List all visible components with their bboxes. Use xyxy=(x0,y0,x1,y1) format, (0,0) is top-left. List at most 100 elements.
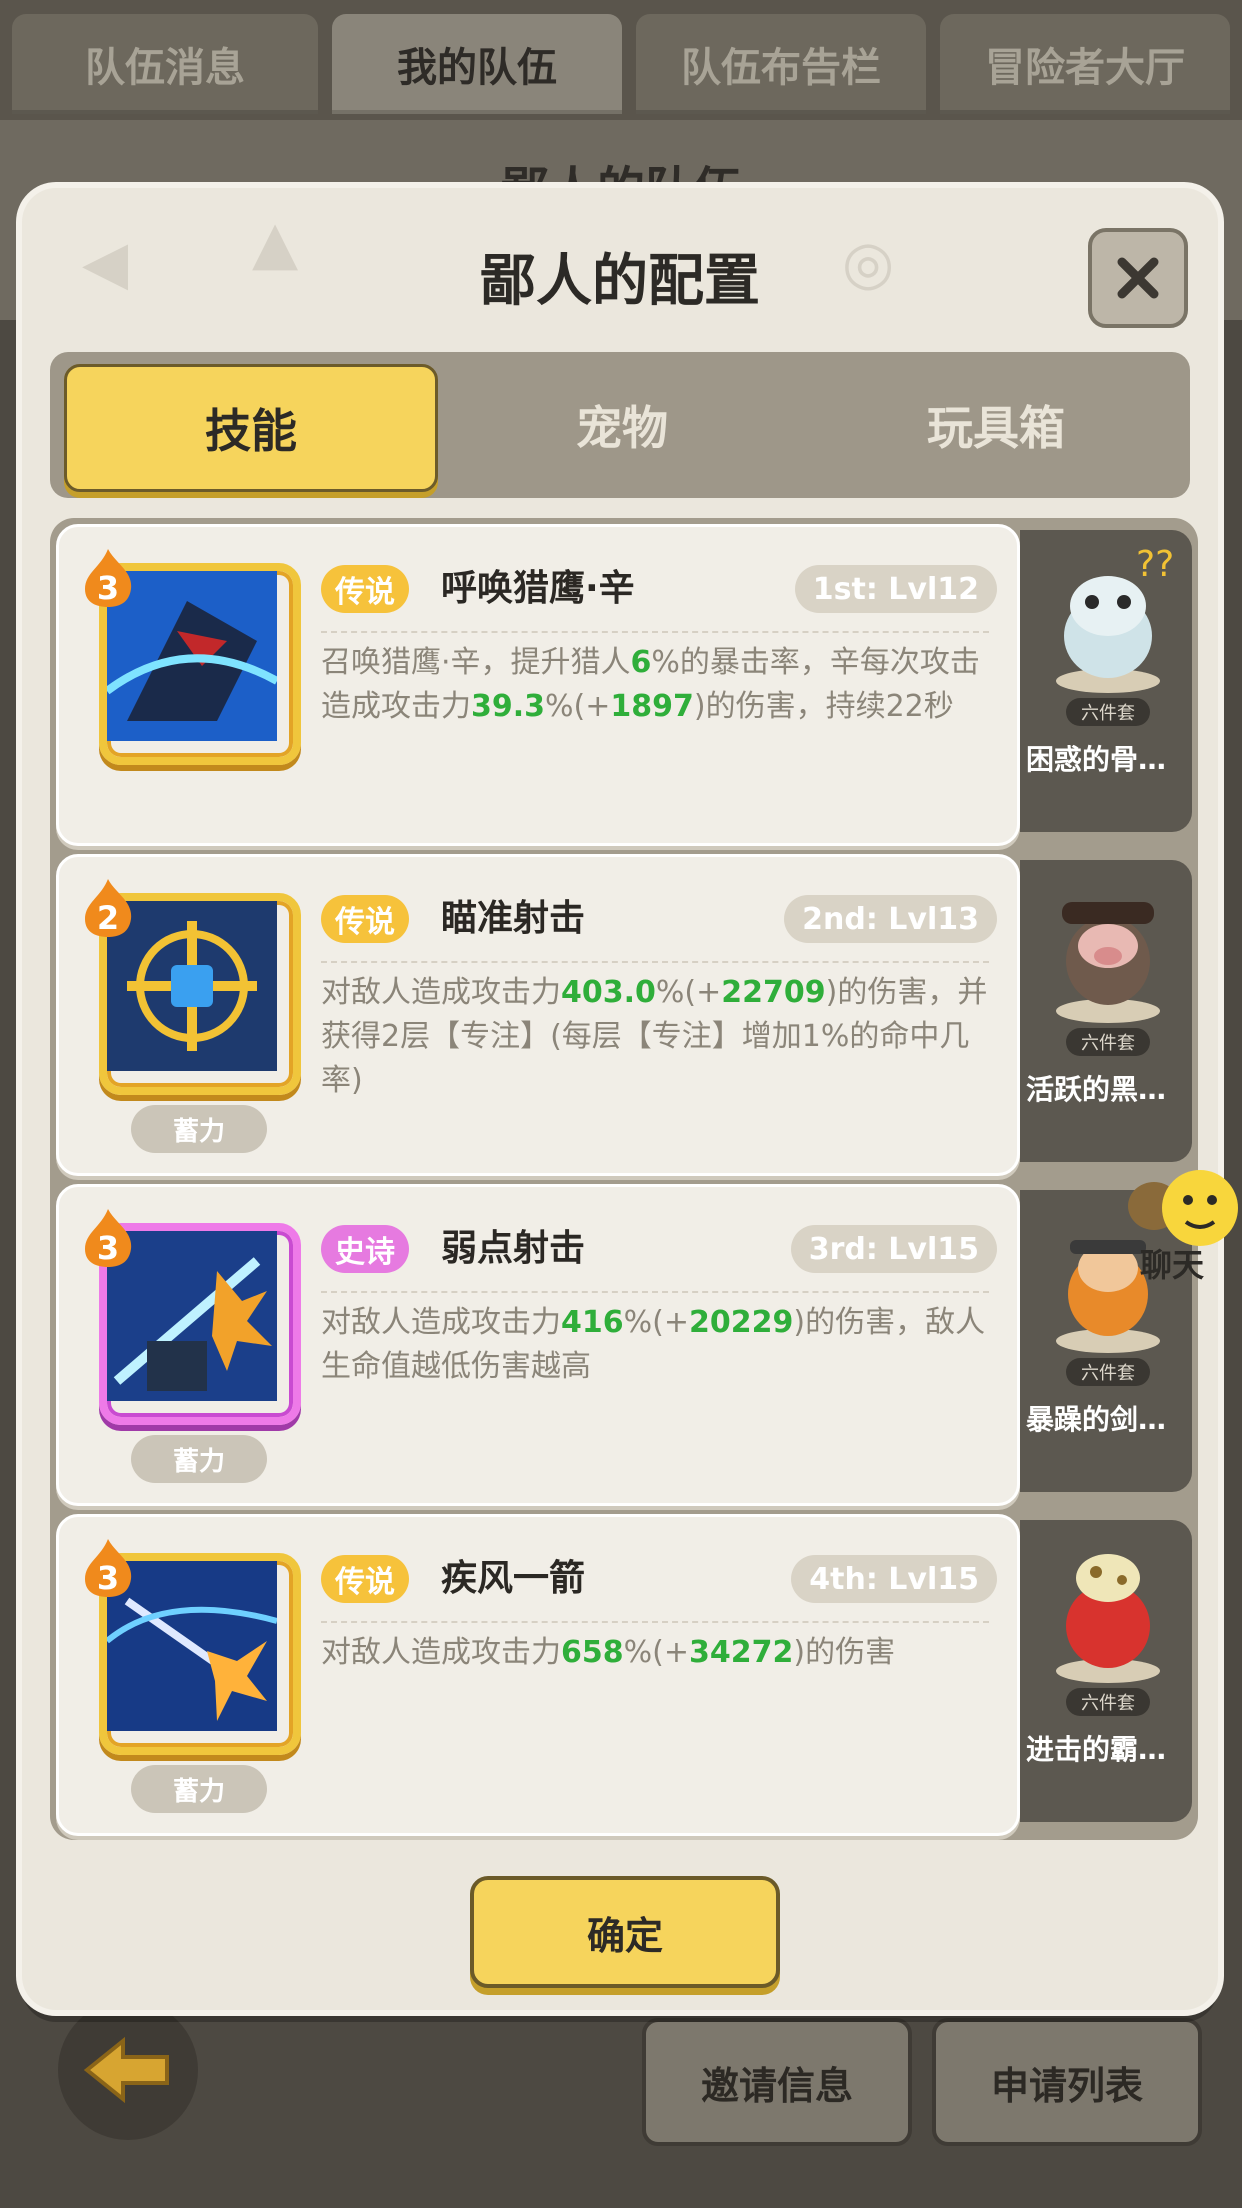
skill-slot-level: 3rd: Lvl15 xyxy=(790,1225,997,1273)
star-level-badge: 3 xyxy=(81,1537,135,1599)
desc-text: %(+ xyxy=(655,975,722,1010)
pet-slot[interactable]: ?? 六件套 困惑的骨… xyxy=(1020,530,1192,832)
skill-card[interactable]: 2 蓄力 传说 瞄准射击 2nd: Lvl13 对敌人造成攻击力403.0%(+… xyxy=(56,854,1020,1176)
skill-card[interactable]: 3 传说 呼唤猎鹰·辛 1st: Lvl12 召唤猎鹰·辛，提升猎人6%的暴击率… xyxy=(56,524,1020,846)
desc-value: 34272 xyxy=(688,1635,794,1670)
pet-name: 困惑的骨… xyxy=(1026,743,1167,776)
tab-label: 玩具箱 xyxy=(927,401,1065,455)
skill-slot-level: 1st: Lvl12 xyxy=(794,565,997,613)
config-modal: ◀ ▲ ◎ 鄙人的配置 技能 宠物 玩具箱 ?? 六件套 困惑的骨… 3 传说 … xyxy=(22,188,1218,2010)
level-badge-number: 3 xyxy=(96,1559,120,1597)
apply-list-button[interactable]: 申请列表 xyxy=(932,2018,1202,2146)
tab-team-board[interactable]: 队伍布告栏 xyxy=(636,14,926,114)
level-badge-number: 3 xyxy=(96,1229,120,1267)
desc-text: )的伤害 xyxy=(793,1635,896,1670)
boar-pet-icon xyxy=(1056,902,1160,1023)
level-badge-number: 3 xyxy=(96,569,120,607)
desc-value: 416 xyxy=(561,1305,624,1340)
close-button[interactable] xyxy=(1088,228,1188,328)
dino-pet-icon xyxy=(1056,1554,1160,1683)
skill-card[interactable]: 3 蓄力 传说 疾风一箭 4th: Lvl15 对敌人造成攻击力658%(+34… xyxy=(56,1514,1020,1836)
bone-dragon-pet-icon: ?? xyxy=(1056,546,1174,693)
svg-text:??: ?? xyxy=(1136,546,1174,585)
pet-set-badge: 六件套 xyxy=(1066,1688,1150,1716)
desc-value: 403.0 xyxy=(561,975,656,1010)
star-level-badge: 3 xyxy=(81,547,135,609)
segment-tabs: 技能 宠物 玩具箱 xyxy=(50,352,1190,498)
invite-info-button[interactable]: 邀请信息 xyxy=(642,2018,912,2146)
desc-value: 39.3 xyxy=(471,689,546,724)
rarity-badge: 传说 xyxy=(321,895,409,943)
desc-value: 1897 xyxy=(610,689,694,724)
level-badge-number: 2 xyxy=(96,899,120,937)
charge-tag: 蓄力 xyxy=(131,1435,267,1483)
close-icon xyxy=(1117,257,1159,299)
tab-label: 队伍布告栏 xyxy=(681,45,881,91)
star-level-badge: 3 xyxy=(81,1207,135,1269)
desc-text: 召唤猎鹰·辛，提升猎人 xyxy=(321,645,631,680)
desc-text: %(+ xyxy=(545,689,611,724)
pet-set-badge: 六件套 xyxy=(1066,1028,1150,1056)
desc-value: 658 xyxy=(561,1635,624,1670)
pet-name: 暴躁的剑… xyxy=(1026,1403,1167,1436)
confirm-label: 确定 xyxy=(586,1913,663,1958)
apply-list-label: 申请列表 xyxy=(990,2063,1143,2108)
pet-set-badge: 六件套 xyxy=(1066,698,1150,726)
invite-info-label: 邀请信息 xyxy=(700,2063,853,2108)
top-tab-bar: 队伍消息 我的队伍 队伍布告栏 冒险者大厅 xyxy=(0,0,1242,120)
skill-row: 六件套 暴躁的剑… 3 蓄力 史诗 弱点射击 3rd: Lvl15 对敌人造成攻… xyxy=(50,1178,1198,1506)
desc-value: 6 xyxy=(630,645,652,680)
modal-title: 鄙人的配置 xyxy=(480,249,760,314)
skill-slot-level: 4th: Lvl15 xyxy=(791,1555,997,1603)
skill-description: 对敌人造成攻击力416%(+20229)的伤害，敌人生命值越低伤害越高 xyxy=(321,1301,1001,1389)
desc-text: 对敌人造成攻击力 xyxy=(321,1635,561,1670)
desc-text: 对敌人造成攻击力 xyxy=(321,975,561,1010)
skill-name: 瞄准射击 xyxy=(441,898,586,939)
pet-slot[interactable]: 六件套 活跃的黑… xyxy=(1020,860,1192,1162)
skill-description: 对敌人造成攻击力658%(+34272)的伤害 xyxy=(321,1631,1001,1675)
rarity-badge: 传说 xyxy=(321,565,409,613)
tab-team-messages[interactable]: 队伍消息 xyxy=(12,14,318,114)
pet-name: 进击的霸… xyxy=(1026,1733,1167,1766)
desc-text: 对敌人造成攻击力 xyxy=(321,1305,561,1340)
desc-value: 20229 xyxy=(688,1305,794,1340)
desc-text: %(+ xyxy=(623,1635,689,1670)
rarity-badge: 传说 xyxy=(321,1555,409,1603)
divider xyxy=(321,961,989,963)
pet-name: 活跃的黑… xyxy=(1026,1073,1167,1106)
tab-my-team[interactable]: 我的队伍 xyxy=(332,14,622,114)
rarity-badge: 史诗 xyxy=(321,1225,409,1273)
pet-set-badge: 六件套 xyxy=(1066,1358,1150,1386)
tab-label: 队伍消息 xyxy=(85,45,245,91)
skill-list: ?? 六件套 困惑的骨… 3 传说 呼唤猎鹰·辛 1st: Lvl12 召唤猎鹰… xyxy=(50,518,1198,1840)
divider xyxy=(321,631,989,633)
tab-label: 宠物 xyxy=(576,401,668,455)
back-button[interactable] xyxy=(58,2000,198,2140)
tab-pets[interactable]: 宠物 xyxy=(438,364,806,486)
desc-value: 22709 xyxy=(721,975,826,1010)
skill-row: ?? 六件套 困惑的骨… 3 传说 呼唤猎鹰·辛 1st: Lvl12 召唤猎鹰… xyxy=(50,518,1198,846)
tab-adventurer-hall[interactable]: 冒险者大厅 xyxy=(940,14,1230,114)
charge-tag: 蓄力 xyxy=(131,1105,267,1153)
back-arrow-icon xyxy=(83,2036,169,2104)
chat-label: 聊天 xyxy=(1140,1246,1205,1284)
desc-text: )的伤害，持续22秒 xyxy=(693,689,954,724)
tab-label: 冒险者大厅 xyxy=(985,45,1185,91)
skill-name: 疾风一箭 xyxy=(441,1558,586,1599)
skill-card[interactable]: 3 蓄力 史诗 弱点射击 3rd: Lvl15 对敌人造成攻击力416%(+20… xyxy=(56,1184,1020,1506)
skill-name: 弱点射击 xyxy=(441,1228,586,1269)
tab-label: 技能 xyxy=(205,404,297,458)
divider xyxy=(321,1291,989,1293)
divider xyxy=(321,1621,989,1623)
confirm-button[interactable]: 确定 xyxy=(470,1876,780,1988)
charge-tag: 蓄力 xyxy=(131,1765,267,1813)
star-level-badge: 2 xyxy=(81,877,135,939)
tab-toybox[interactable]: 玩具箱 xyxy=(812,364,1180,486)
skill-description: 对敌人造成攻击力403.0%(+22709)的伤害，并获得2层【专注】(每层【专… xyxy=(321,971,1001,1103)
desc-text: %(+ xyxy=(623,1305,689,1340)
skill-slot-level: 2nd: Lvl13 xyxy=(784,895,997,943)
tab-skills[interactable]: 技能 xyxy=(64,364,438,492)
skill-name: 呼唤猎鹰·辛 xyxy=(441,568,635,609)
skill-description: 召唤猎鹰·辛，提升猎人6%的暴击率，辛每次攻击造成攻击力39.3%(+1897)… xyxy=(321,641,1001,729)
pet-slot[interactable]: 六件套 进击的霸… xyxy=(1020,1520,1192,1822)
